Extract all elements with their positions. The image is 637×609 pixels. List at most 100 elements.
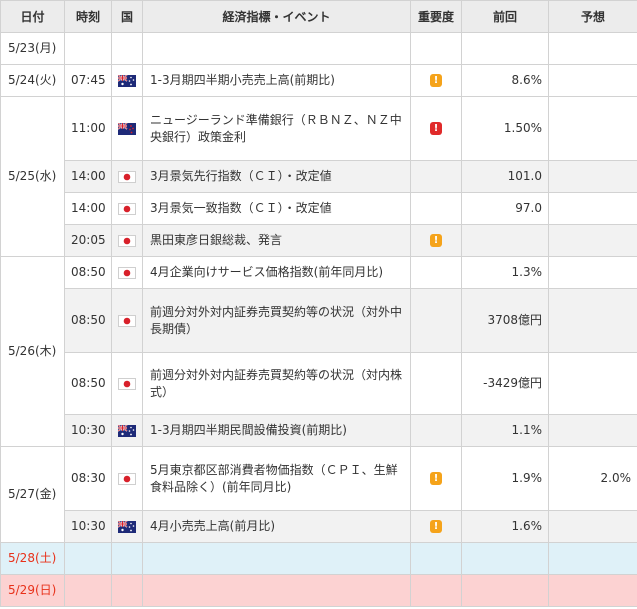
- event-name: 前週分対外対内証券売買契約等の状況（対外中長期債）: [142, 288, 411, 353]
- event-time: [64, 542, 112, 575]
- event-importance: [410, 160, 462, 193]
- event-time: 10:30: [64, 414, 112, 447]
- japan-flag-icon: [118, 266, 136, 279]
- event-time: 20:05: [64, 224, 112, 257]
- date-cell: 5/27(金): [0, 446, 65, 543]
- importance-mid-icon: !: [430, 472, 442, 485]
- event-country: [111, 96, 143, 161]
- importance-high-icon: !: [430, 122, 442, 135]
- event-previous: 1.9%: [461, 446, 549, 511]
- event-time: 08:50: [64, 288, 112, 353]
- event-country: [111, 64, 143, 97]
- calendar-row: 14:00 3月景気先行指数（ＣＩ）・改定値 101.0: [1, 160, 637, 193]
- date-cell: 5/23(月): [0, 32, 65, 65]
- calendar-row: 20:05 黒田東彦日銀総裁、発言!: [1, 224, 637, 257]
- header-date: 日付: [0, 0, 65, 33]
- event-name: 4月企業向けサービス価格指数(前年同月比): [142, 256, 411, 289]
- header-previous: 前回: [461, 0, 549, 33]
- event-time: 10:30: [64, 510, 112, 543]
- event-time: 08:30: [64, 446, 112, 511]
- calendar-row: 08:50 前週分対外対内証券売買契約等の状況（対内株式） -3429億円: [1, 352, 637, 415]
- event-country: [111, 574, 143, 607]
- event-previous: -3429億円: [461, 352, 549, 415]
- japan-flag-icon: [118, 170, 136, 183]
- event-previous: 101.0: [461, 160, 549, 193]
- importance-mid-icon: !: [430, 520, 442, 533]
- event-importance: [410, 574, 462, 607]
- event-forecast: [548, 288, 637, 353]
- event-importance: !: [410, 96, 462, 161]
- japan-flag-icon: [118, 314, 136, 327]
- importance-mid-icon: !: [430, 234, 442, 247]
- event-forecast: [548, 542, 637, 575]
- calendar-row: 5/27(金) 08:30 5月東京都区部消費者物価指数（ＣＰＩ、生鮮食料品除く）(…: [0, 446, 637, 543]
- event-previous: 3708億円: [461, 288, 549, 353]
- importance-mid-icon: !: [430, 74, 442, 87]
- event-forecast: [548, 96, 637, 161]
- date-cell: 5/29(日): [0, 574, 65, 607]
- event-importance: [410, 352, 462, 415]
- event-country: [111, 352, 143, 415]
- event-forecast: [548, 256, 637, 289]
- event-previous: [461, 32, 549, 65]
- event-importance: [410, 542, 462, 575]
- event-forecast: [548, 574, 637, 607]
- event-previous: [461, 224, 549, 257]
- event-importance: !: [410, 224, 462, 257]
- event-country: [111, 288, 143, 353]
- japan-flag-icon: [118, 472, 136, 485]
- event-name: 1-3月期四半期民間設備投資(前期比): [142, 414, 411, 447]
- event-time: [64, 32, 112, 65]
- japan-flag-icon: [118, 234, 136, 247]
- event-forecast: 2.0%: [548, 446, 637, 511]
- event-forecast: [548, 192, 637, 225]
- event-name: [142, 574, 411, 607]
- event-previous: 8.6%: [461, 64, 549, 97]
- event-previous: 97.0: [461, 192, 549, 225]
- australia-flag-icon: [117, 73, 136, 87]
- date-cell: 5/28(土): [0, 542, 65, 575]
- calendar-row: 10:30 1-3月期四半期民間設備投資(前期比) 1.1%: [1, 414, 637, 447]
- event-country: [111, 414, 143, 447]
- event-importance: !: [410, 64, 462, 97]
- event-previous: [461, 574, 549, 607]
- header-country: 国: [111, 0, 143, 33]
- calendar-row: 5/28(土): [0, 542, 637, 575]
- event-previous: 1.6%: [461, 510, 549, 543]
- header-row: 日付 時刻 国 経済指標・イベント 重要度 前回 予想: [0, 0, 637, 33]
- event-name: [142, 32, 411, 65]
- header-forecast: 予想: [548, 0, 637, 33]
- japan-flag-icon: [118, 202, 136, 215]
- event-forecast: [548, 160, 637, 193]
- event-name: 1-3月期四半期小売売上高(前期比): [142, 64, 411, 97]
- event-country: [111, 542, 143, 575]
- event-forecast: [548, 414, 637, 447]
- event-forecast: [548, 510, 637, 543]
- event-time: 11:00: [64, 96, 112, 161]
- event-forecast: [548, 32, 637, 65]
- event-country: [111, 160, 143, 193]
- new-zealand-flag-icon: [117, 121, 136, 135]
- event-importance: [410, 288, 462, 353]
- event-country: [111, 446, 143, 511]
- event-previous: 1.50%: [461, 96, 549, 161]
- economic-calendar-table: 日付 時刻 国 経済指標・イベント 重要度 前回 予想 5/23(月) 5/24(…: [0, 0, 637, 607]
- event-country: [111, 32, 143, 65]
- date-cell: 5/25(水): [0, 96, 65, 257]
- event-name: 前週分対外対内証券売買契約等の状況（対内株式）: [142, 352, 411, 415]
- calendar-row: 5/23(月): [0, 32, 637, 65]
- calendar-row: 5/29(日): [0, 574, 637, 607]
- australia-flag-icon: [117, 519, 136, 533]
- date-cell: 5/26(木): [0, 256, 65, 447]
- event-previous: 1.3%: [461, 256, 549, 289]
- event-forecast: [548, 224, 637, 257]
- australia-flag-icon: [117, 423, 136, 437]
- event-importance: !: [410, 510, 462, 543]
- event-time: [64, 574, 112, 607]
- event-previous: 1.1%: [461, 414, 549, 447]
- event-name: 3月景気先行指数（ＣＩ）・改定値: [142, 160, 411, 193]
- event-importance: !: [410, 446, 462, 511]
- event-importance: [410, 256, 462, 289]
- calendar-row: 14:00 3月景気一致指数（ＣＩ）・改定値 97.0: [1, 192, 637, 225]
- header-importance: 重要度: [410, 0, 462, 33]
